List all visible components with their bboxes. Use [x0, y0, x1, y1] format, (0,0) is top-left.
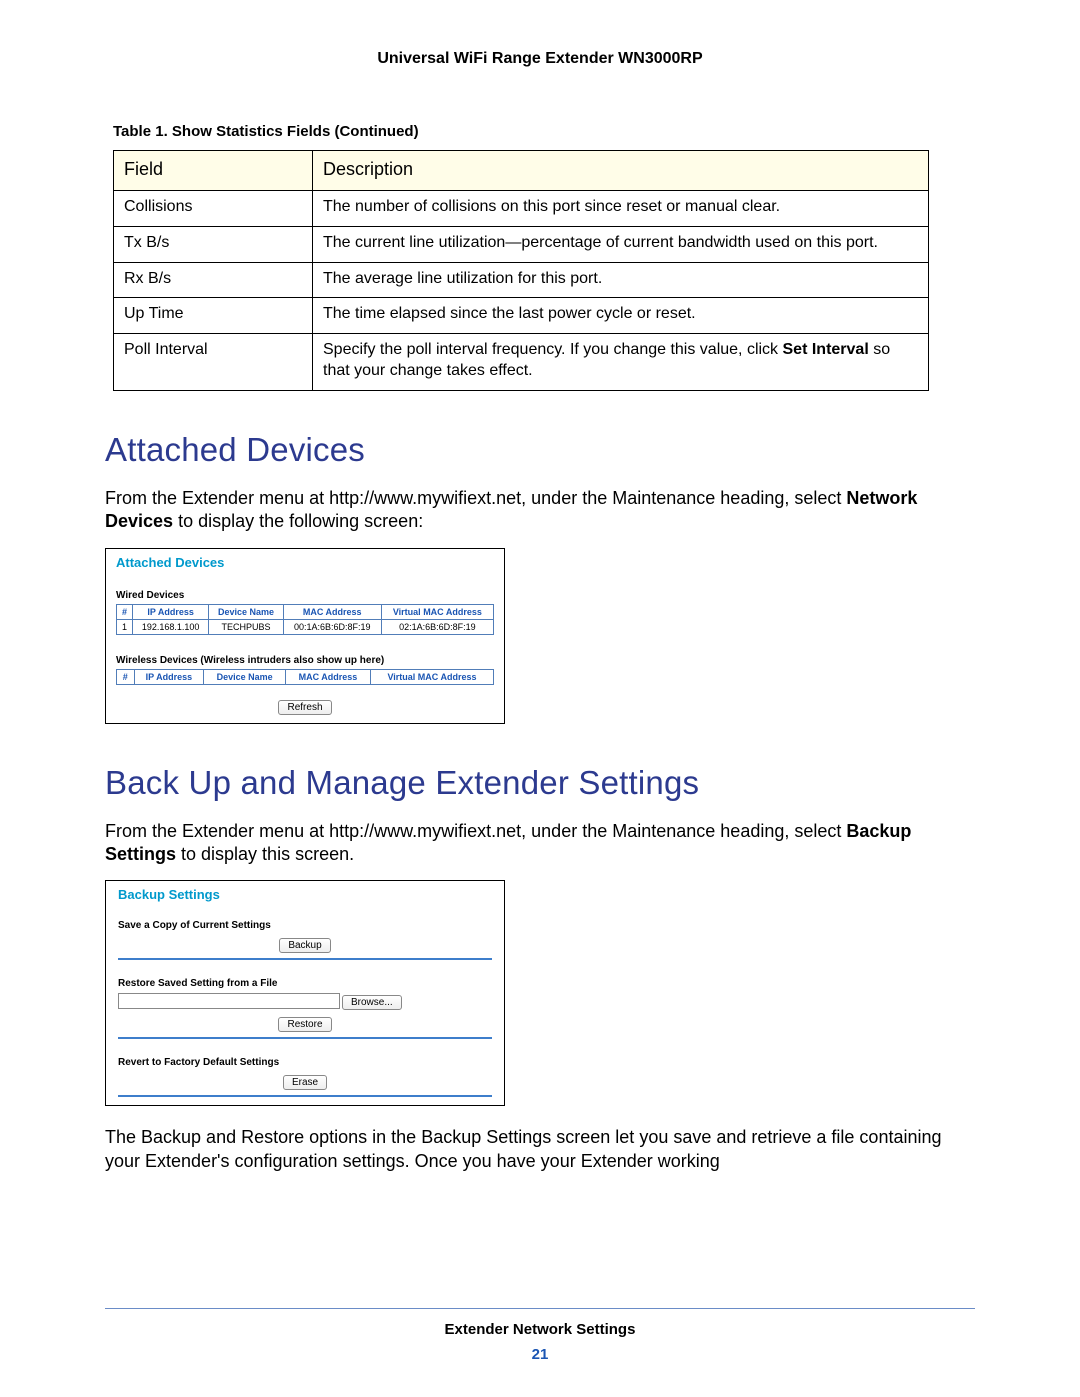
table-row: Tx B/s The current line utilization—perc…	[114, 226, 929, 262]
cell-field: Up Time	[114, 298, 313, 334]
section-heading-backup: Back Up and Manage Extender Settings	[105, 764, 975, 802]
divider	[118, 1037, 492, 1039]
cell-desc: The current line utilization—percentage …	[313, 226, 929, 262]
table-row: Rx B/s The average line utilization for …	[114, 262, 929, 298]
table-row: Poll Interval Specify the poll interval …	[114, 334, 929, 391]
table-row: Collisions The number of collisions on t…	[114, 191, 929, 227]
wired-devices-label: Wired Devices	[116, 590, 494, 601]
col-devname: Device Name	[204, 669, 286, 684]
cell-desc: Specify the poll interval frequency. If …	[313, 334, 929, 391]
cell: 00:1A:6B:6D:8F:19	[283, 619, 381, 634]
attached-devices-screenshot: Attached Devices Wired Devices # IP Addr…	[105, 548, 505, 724]
col-mac: MAC Address	[285, 669, 370, 684]
cell: 02:1A:6B:6D:8F:19	[381, 619, 493, 634]
table-row: 1 192.168.1.100 TECHPUBS 00:1A:6B:6D:8F:…	[117, 619, 494, 634]
col-devname: Device Name	[209, 604, 283, 619]
cell: TECHPUBS	[209, 619, 283, 634]
divider	[118, 958, 492, 960]
col-num: #	[117, 604, 133, 619]
paragraph: From the Extender menu at http://www.myw…	[105, 820, 945, 867]
panel-title: Attached Devices	[116, 555, 494, 570]
paragraph: The Backup and Restore options in the Ba…	[105, 1126, 945, 1173]
text: From the Extender menu at http://www.myw…	[105, 488, 846, 508]
col-num: #	[117, 669, 135, 684]
restore-label: Restore Saved Setting from a File	[118, 978, 492, 989]
browse-button[interactable]: Browse...	[342, 995, 402, 1010]
file-path-input[interactable]	[118, 993, 340, 1009]
col-vmac: Virtual MAC Address	[381, 604, 493, 619]
col-vmac: Virtual MAC Address	[370, 669, 493, 684]
footer-section: Extender Network Settings	[105, 1321, 975, 1338]
wired-devices-table: # IP Address Device Name MAC Address Vir…	[116, 604, 494, 635]
cell: 1	[117, 619, 133, 634]
col-mac: MAC Address	[283, 604, 381, 619]
erase-button[interactable]: Erase	[283, 1075, 327, 1090]
cell-field: Poll Interval	[114, 334, 313, 391]
footer-rule	[105, 1308, 975, 1309]
page-number: 21	[105, 1346, 975, 1363]
col-ip: IP Address	[134, 669, 204, 684]
cell-desc: The average line utilization for this po…	[313, 262, 929, 298]
col-ip: IP Address	[133, 604, 209, 619]
refresh-button[interactable]: Refresh	[278, 700, 331, 715]
paragraph: From the Extender menu at http://www.myw…	[105, 487, 945, 534]
wireless-devices-table: # IP Address Device Name MAC Address Vir…	[116, 669, 494, 685]
text: to display this screen.	[176, 844, 354, 864]
save-copy-label: Save a Copy of Current Settings	[118, 920, 492, 931]
table-row: Up Time The time elapsed since the last …	[114, 298, 929, 334]
backup-button[interactable]: Backup	[279, 938, 330, 953]
wireless-devices-label: Wireless Devices (Wireless intruders als…	[116, 655, 494, 666]
cell-field: Tx B/s	[114, 226, 313, 262]
cell-desc: The time elapsed since the last power cy…	[313, 298, 929, 334]
document-title: Universal WiFi Range Extender WN3000RP	[105, 50, 975, 68]
revert-label: Revert to Factory Default Settings	[118, 1057, 492, 1068]
page: Universal WiFi Range Extender WN3000RP T…	[0, 0, 1080, 1397]
col-field: Field	[114, 151, 313, 191]
stats-table: Field Description Collisions The number …	[113, 150, 929, 391]
panel-title: Backup Settings	[118, 887, 492, 902]
backup-settings-screenshot: Backup Settings Save a Copy of Current S…	[105, 880, 505, 1106]
text: From the Extender menu at http://www.myw…	[105, 821, 846, 841]
text: Specify the poll interval frequency. If …	[323, 341, 783, 358]
table-caption: Table 1. Show Statistics Fields (Continu…	[113, 123, 975, 140]
col-description: Description	[313, 151, 929, 191]
cell: 192.168.1.100	[133, 619, 209, 634]
divider	[118, 1095, 492, 1097]
section-heading-attached-devices: Attached Devices	[105, 431, 975, 469]
text: to display the following screen:	[173, 511, 423, 531]
restore-button[interactable]: Restore	[278, 1017, 331, 1032]
cell-field: Collisions	[114, 191, 313, 227]
cell-field: Rx B/s	[114, 262, 313, 298]
bold-text: Set Interval	[783, 341, 869, 358]
footer: Extender Network Settings 21	[105, 1308, 975, 1363]
cell-desc: The number of collisions on this port si…	[313, 191, 929, 227]
